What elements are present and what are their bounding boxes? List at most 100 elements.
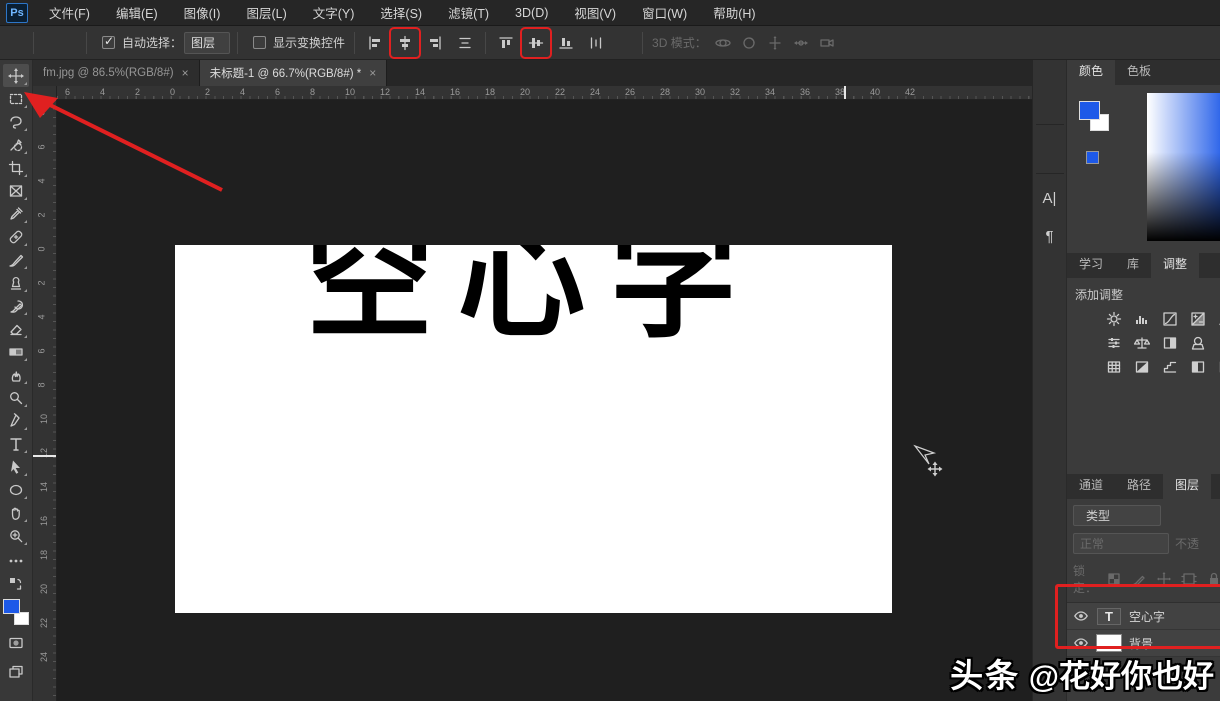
menu-item-4[interactable]: 文字(Y) — [300, 0, 368, 26]
lasso-tool[interactable] — [3, 110, 29, 133]
foreground-background-swatches[interactable] — [1079, 101, 1109, 131]
levels-icon[interactable] — [1131, 310, 1153, 328]
adjustments-tab-库[interactable]: 库 — [1115, 250, 1151, 278]
document-tab-1[interactable]: 未标题-1 @ 66.7%(RGB/8#) *× — [200, 60, 388, 86]
invert-icon[interactable] — [1131, 358, 1153, 376]
horizontal-ruler[interactable]: 6420246810121416182022242628303234363840… — [57, 86, 1032, 100]
layers-tab-图层[interactable]: 图层 — [1163, 471, 1211, 499]
gamut-color-swatch[interactable] — [1086, 151, 1099, 164]
document-canvas[interactable]: 空心字 — [175, 245, 892, 613]
black-white-icon[interactable] — [1159, 334, 1181, 352]
eraser-tool[interactable] — [3, 317, 29, 340]
hand-tool[interactable] — [3, 501, 29, 524]
color-lookup-icon[interactable] — [1103, 358, 1125, 376]
auto-select-checkbox[interactable] — [102, 36, 115, 49]
text-layer-thumbnail[interactable]: T — [1097, 608, 1121, 625]
pen-tool[interactable] — [3, 409, 29, 432]
gradient-tool[interactable] — [3, 340, 29, 363]
ruler-corner[interactable] — [33, 86, 57, 100]
distribute-vertical-centers-icon[interactable] — [452, 30, 478, 56]
clone-stamp-tool[interactable] — [3, 271, 29, 294]
layer-filter-dropdown[interactable]: 类型 — [1073, 505, 1161, 526]
close-tab-icon[interactable]: × — [182, 66, 189, 80]
color-tab-色板[interactable]: 色板 — [1115, 60, 1163, 85]
menu-item-3[interactable]: 图层(L) — [233, 0, 299, 26]
foreground-color-swatch[interactable] — [1079, 101, 1100, 120]
marquee-tool[interactable] — [3, 87, 29, 110]
lock-transparent-icon[interactable] — [1106, 571, 1122, 587]
menu-item-0[interactable]: 文件(F) — [36, 0, 103, 26]
canvas-text-layer[interactable]: 空心字 — [175, 245, 892, 349]
type-tool[interactable] — [3, 432, 29, 455]
move-tool-option-icon[interactable] — [41, 30, 67, 56]
brightness-contrast-icon[interactable] — [1103, 310, 1125, 328]
dodge-tool[interactable] — [3, 386, 29, 409]
history-brush-tool[interactable] — [3, 294, 29, 317]
posterize-icon[interactable] — [1159, 358, 1181, 376]
edit-toolbar-icon[interactable] — [3, 549, 29, 572]
channel-mixer-icon[interactable] — [1215, 334, 1220, 352]
align-right-edges-icon[interactable] — [422, 30, 448, 56]
quick-mask-icon[interactable] — [3, 631, 29, 654]
path-selection-tool[interactable] — [3, 455, 29, 478]
frame-tool[interactable] — [3, 179, 29, 202]
blend-mode-dropdown[interactable]: 正常 — [1073, 533, 1169, 554]
home-icon[interactable] — [0, 30, 26, 56]
color-tab-颜色[interactable]: 颜色 — [1067, 60, 1115, 85]
hue-saturation-icon[interactable] — [1103, 334, 1125, 352]
ellipse-tool[interactable] — [3, 478, 29, 501]
menu-item-9[interactable]: 窗口(W) — [629, 0, 700, 26]
align-horizontal-centers-icon[interactable] — [392, 30, 418, 56]
quick-selection-tool[interactable] — [3, 133, 29, 156]
brush-tool[interactable] — [3, 248, 29, 271]
adjustments-tab-学习[interactable]: 学习 — [1067, 250, 1115, 278]
properties-panel-icon[interactable] — [1036, 135, 1064, 163]
eyedropper-tool[interactable] — [3, 202, 29, 225]
menu-item-10[interactable]: 帮助(H) — [700, 0, 768, 26]
document-tab-0[interactable]: fm.jpg @ 86.5%(RGB/8#)× — [33, 60, 200, 86]
vibrance-icon[interactable] — [1215, 310, 1220, 328]
menu-item-6[interactable]: 滤镜(T) — [435, 0, 502, 26]
exposure-icon[interactable] — [1187, 310, 1209, 328]
lock-pixels-icon[interactable] — [1131, 571, 1147, 587]
threshold-icon[interactable] — [1187, 358, 1209, 376]
vertical-ruler[interactable]: 8642024681012141618202224 — [33, 100, 57, 701]
move-tool[interactable] — [3, 64, 29, 87]
default-swap-colors-icon[interactable] — [3, 572, 29, 595]
layer-row-0[interactable]: T空心字 — [1067, 603, 1220, 630]
crop-tool[interactable] — [3, 156, 29, 179]
layer-visibility-eye-icon[interactable] — [1073, 608, 1089, 624]
auto-select-target-dropdown[interactable]: 图层 — [184, 32, 230, 54]
canvas-surround[interactable]: 空心字 — [57, 100, 1032, 701]
more-align-options-icon[interactable] — [609, 30, 635, 56]
gradient-map-icon[interactable] — [1215, 358, 1220, 376]
lock-artboard-icon[interactable] — [1181, 571, 1197, 587]
history-panel-icon[interactable] — [1036, 86, 1064, 114]
screen-mode-icon[interactable] — [3, 660, 29, 683]
menu-item-5[interactable]: 选择(S) — [367, 0, 435, 26]
healing-brush-tool[interactable] — [3, 225, 29, 248]
photo-filter-icon[interactable] — [1187, 334, 1209, 352]
smudge-tool[interactable] — [3, 363, 29, 386]
show-transform-checkbox[interactable] — [253, 36, 266, 49]
character-panel-icon[interactable]: A| — [1036, 184, 1064, 212]
align-vertical-centers-icon[interactable] — [523, 30, 549, 56]
color-balance-icon[interactable] — [1131, 334, 1153, 352]
foreground-color-swatch[interactable] — [3, 599, 20, 614]
color-swatches[interactable] — [3, 599, 29, 625]
layers-tab-通道[interactable]: 通道 — [1067, 471, 1115, 499]
menu-item-7[interactable]: 3D(D) — [502, 0, 561, 26]
color-picker-field[interactable] — [1147, 93, 1220, 241]
align-bottom-edges-icon[interactable] — [553, 30, 579, 56]
zoom-tool[interactable] — [3, 524, 29, 547]
layers-tab-路径[interactable]: 路径 — [1115, 471, 1163, 499]
close-tab-icon[interactable]: × — [369, 66, 376, 80]
menu-item-8[interactable]: 视图(V) — [561, 0, 629, 26]
distribute-horizontal-centers-icon[interactable] — [583, 30, 609, 56]
align-top-edges-icon[interactable] — [493, 30, 519, 56]
adjustments-tab-调整[interactable]: 调整 — [1151, 250, 1199, 278]
curves-icon[interactable] — [1159, 310, 1181, 328]
align-left-edges-icon[interactable] — [362, 30, 388, 56]
menu-item-1[interactable]: 编辑(E) — [103, 0, 171, 26]
paragraph-panel-icon[interactable]: ¶ — [1036, 222, 1064, 250]
